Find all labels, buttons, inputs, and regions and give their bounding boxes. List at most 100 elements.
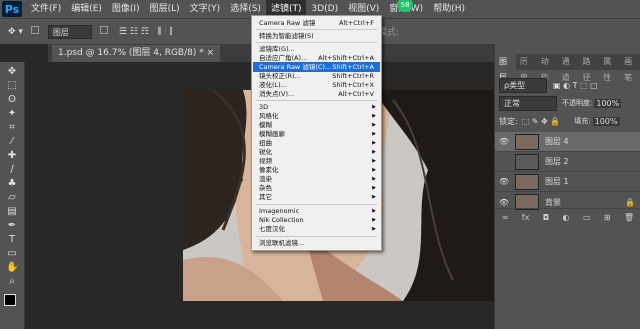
eraser-tool-icon[interactable]: ▱ [6, 192, 18, 204]
tab-history[interactable]: 历史 [516, 54, 537, 82]
kind-filter-dropdown[interactable]: ρ类型 [499, 77, 547, 93]
lasso-tool-icon[interactable]: ʘ [6, 94, 18, 106]
filter-menu: Camera Raw 滤镜 Alt+Ctrl+F 转换为智能滤镜(S) 滤镜库(G… [251, 15, 382, 251]
crop-tool-icon[interactable]: ⌗ [6, 122, 18, 134]
fx-icon[interactable]: fx [522, 213, 530, 222]
menu-item-label: 杂色 [259, 184, 272, 192]
opacity-field[interactable]: 100% [594, 98, 622, 108]
align-icons[interactable]: ☰ ☷ ☶ ⫼ ⫶ ⫿ [119, 27, 173, 37]
menu-item-other[interactable]: 其它 ▶ [253, 192, 380, 202]
submenu-arrow-icon: ▶ [372, 194, 376, 200]
mask-icon[interactable]: ◘ [543, 213, 549, 222]
menu-layer[interactable]: 图层(L) [145, 0, 185, 18]
link-icon[interactable]: ∞ [502, 213, 509, 222]
menu-image[interactable]: 图像(I) [107, 0, 145, 18]
menu-item-browse-online[interactable]: 浏览联机滤镜... [253, 238, 380, 248]
menu-item-label: Nik Collection [259, 216, 304, 224]
magic-wand-icon[interactable]: ✦ [6, 108, 18, 120]
menu-item-label: 自适应广角(A)... [259, 54, 308, 62]
layer-thumbnail [515, 133, 539, 150]
menu-item-label: 风格化 [259, 112, 279, 120]
menu-item-vanishing-point[interactable]: 消失点(V)... Alt+Ctrl+V [253, 89, 380, 99]
close-tab-icon[interactable]: × [207, 48, 215, 58]
layer-row[interactable]: 👁 图层 4 [495, 132, 640, 152]
eye-icon[interactable]: 👁 [495, 137, 513, 146]
filter-row: ρ类型 ▣ ◐ T ⬚ ▢ [499, 77, 598, 93]
layer-name: 图层 4 [545, 137, 569, 146]
auto-select-checkbox[interactable] [30, 26, 42, 37]
fill-field[interactable]: 100% [592, 116, 620, 126]
lock-row: 锁定: ⬚ ✎ ✥ 🔒 填充: 100% [499, 114, 620, 128]
type-tool-icon[interactable]: T [6, 234, 18, 246]
blend-row: 正常 不透明度: 100% [499, 95, 622, 111]
healing-brush-icon[interactable]: ✚ [6, 150, 18, 162]
opacity-label: 不透明度: [562, 99, 593, 107]
move-tool-icon[interactable]: ✥ [6, 66, 18, 78]
menu-type[interactable]: 文字(Y) [185, 0, 226, 18]
menu-separator [256, 29, 377, 30]
brush-tool-icon[interactable]: ∕ [6, 164, 18, 176]
menu-separator [256, 204, 377, 205]
menu-item-label: 扭曲 [259, 139, 272, 147]
menu-item-label: 滤镜库(G)... [259, 45, 295, 53]
stamp-tool-icon[interactable]: ♣ [6, 178, 18, 190]
layer-dropdown[interactable]: 图层 [47, 24, 92, 39]
eyedropper-icon[interactable]: ⁄ [6, 136, 18, 148]
marquee-tool-icon[interactable]: ⬚ [6, 80, 18, 92]
menu-item-label: 锐化 [259, 148, 272, 156]
menu-item-label: 镜头校正(R)... [259, 72, 301, 80]
pen-tool-icon[interactable]: ✒ [6, 220, 18, 232]
layer-row[interactable]: 图层 2 [495, 152, 640, 172]
menu-item-shortcut: Alt+Ctrl+V [338, 90, 374, 98]
menu-item-qidu[interactable]: 七度汉化 ▶ [253, 224, 380, 234]
blend-mode-dropdown[interactable]: 正常 [499, 95, 557, 111]
tab-layers[interactable]: 图层 [495, 54, 516, 82]
menu-item-label: 模糊画廊 [259, 130, 285, 138]
tab-brushes[interactable]: 画笔 [620, 54, 640, 82]
menu-item-camera-raw-last[interactable]: Camera Raw 滤镜 Alt+Ctrl+F [253, 18, 380, 28]
menu-separator [256, 100, 377, 101]
tab-properties[interactable]: 属性 [599, 54, 620, 82]
lock-icons[interactable]: ⬚ ✎ ✥ 🔒 [522, 117, 561, 126]
gradient-tool-icon[interactable]: ▤ [6, 206, 18, 218]
menu-edit[interactable]: 编辑(E) [66, 0, 107, 18]
menu-item-label: Camera Raw 滤镜(C)... [259, 63, 332, 71]
eye-icon[interactable]: 👁 [495, 198, 513, 207]
trash-icon[interactable]: 🗑 [624, 213, 634, 222]
hand-tool-icon[interactable]: ✋ [6, 262, 18, 274]
tab-actions[interactable]: 动作 [537, 54, 558, 82]
menu-item-label: 视频 [259, 157, 272, 165]
menu-separator [256, 236, 377, 237]
panel-tabs: 图层 历史 动作 通道 路径 属性 画笔 [495, 54, 640, 82]
layer-name: 背景 [545, 197, 561, 207]
transform-controls-checkbox[interactable] [99, 26, 111, 37]
group-icon[interactable]: ▭ [583, 213, 591, 222]
menu-item-label: 消失点(V)... [259, 90, 295, 98]
layer-row[interactable]: 👁 图层 1 [495, 172, 640, 192]
menu-item-convert-smart-filter[interactable]: 转换为智能滤镜(S) [253, 31, 380, 41]
menu-item-label: 七度汉化 [259, 225, 285, 233]
lock-label: 锁定: [499, 116, 518, 126]
menu-file[interactable]: 文件(F) [26, 0, 66, 18]
menu-item-label: 渲染 [259, 175, 272, 183]
menu-item-label: Imagenomic [259, 207, 300, 215]
filter-icons[interactable]: ▣ ◐ T ⬚ ▢ [553, 81, 598, 90]
layer-thumbnail [515, 153, 539, 170]
fill-label: 填充: [574, 117, 591, 125]
foreground-color[interactable] [4, 294, 16, 306]
tab-paths[interactable]: 路径 [578, 54, 599, 82]
menu-item-label: 浏览联机滤镜... [259, 239, 305, 247]
lock-icon: 🔒 [625, 197, 635, 207]
zoom-tool-icon[interactable]: ⌕ [6, 276, 18, 288]
new-layer-icon[interactable]: ⊞ [604, 213, 611, 222]
menu-item-shortcut: Alt+Ctrl+F [339, 19, 374, 27]
menu-help[interactable]: 帮助(H) [428, 0, 470, 18]
shape-tool-icon[interactable]: ▭ [6, 248, 18, 260]
tab-channels[interactable]: 通道 [558, 54, 579, 82]
document-tab[interactable]: 1.psd @ 16.7% (图层 4, RGB/8) * × [52, 45, 221, 62]
eye-icon[interactable]: 👁 [495, 177, 513, 186]
menu-item-label: Camera Raw 滤镜 [259, 19, 316, 27]
adjustment-icon[interactable]: ◐ [563, 213, 570, 222]
menu-item-label: 液化(L)... [259, 81, 287, 89]
move-tool-icon[interactable]: ✥ ▾ [8, 27, 23, 37]
